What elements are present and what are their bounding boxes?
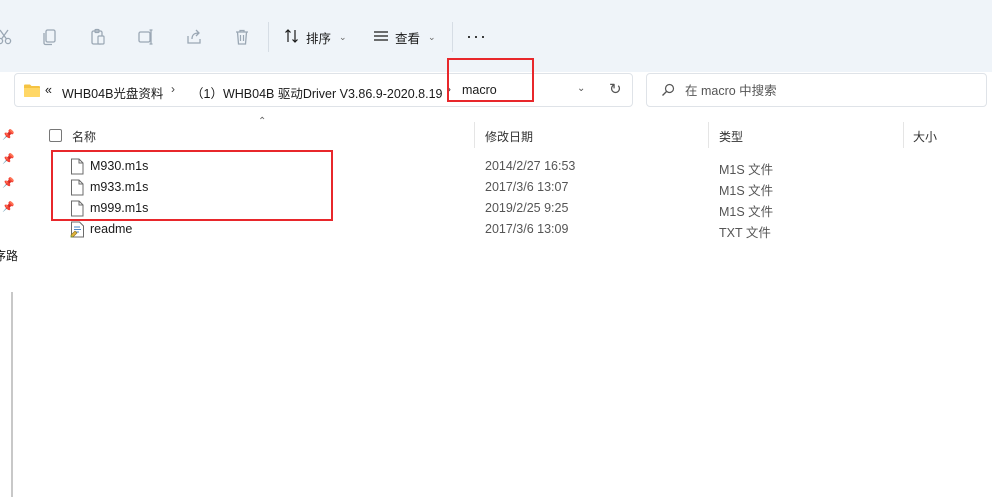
column-header: ⌃ 名称 修改日期 类型 大小: [32, 116, 992, 148]
highlight-box-macro: [447, 58, 534, 102]
view-button[interactable]: 查看 ⌄: [373, 26, 436, 48]
pin-icon[interactable]: 📌: [2, 178, 14, 189]
sort-button[interactable]: 排序 ⌄: [284, 26, 347, 48]
file-row[interactable]: readme 2017/3/6 13:09 TXT 文件: [32, 219, 992, 240]
share-icon[interactable]: [184, 27, 204, 47]
breadcrumb-overflow[interactable]: «: [45, 83, 52, 97]
delete-icon[interactable]: [232, 27, 252, 47]
more-options-button[interactable]: ···: [466, 26, 487, 46]
breadcrumb-segment[interactable]: （1）WHB04B 驱动Driver V3.86.9-2020.8.19: [191, 83, 443, 102]
column-divider[interactable]: [708, 122, 709, 148]
select-all-checkbox[interactable]: [49, 129, 62, 142]
chevron-down-icon: ⌄: [339, 31, 347, 42]
column-size[interactable]: 大小: [913, 128, 937, 145]
sort-ascending-icon: ⌃: [258, 116, 267, 127]
toolbar-divider: [268, 22, 269, 52]
file-type: M1S 文件: [719, 205, 774, 219]
rename-icon[interactable]: [136, 27, 156, 47]
column-type[interactable]: 类型: [719, 128, 743, 145]
file-name[interactable]: readme: [90, 222, 132, 236]
text-file-icon: [70, 221, 85, 241]
folder-icon: [23, 83, 41, 101]
chevron-down-icon: ⌄: [428, 31, 436, 42]
file-date: 2014/2/27 16:53: [485, 159, 576, 173]
file-type: M1S 文件: [719, 163, 774, 177]
toolbar-divider: [452, 22, 453, 52]
paste-icon[interactable]: [88, 27, 108, 47]
pin-icon[interactable]: 📌: [2, 130, 14, 141]
column-divider[interactable]: [474, 122, 475, 148]
breadcrumb-separator[interactable]: ›: [171, 82, 175, 96]
column-date[interactable]: 修改日期: [485, 128, 533, 145]
highlight-box-files: [51, 150, 333, 221]
pin-icon[interactable]: 📌: [2, 202, 14, 213]
cut-icon[interactable]: [0, 27, 14, 47]
search-input[interactable]: [683, 81, 977, 101]
refresh-icon[interactable]: ↻: [609, 80, 622, 98]
search-box[interactable]: [646, 73, 987, 107]
address-bar[interactable]: « WHB04B光盘资料 › （1）WHB04B 驱动Driver V3.86.…: [14, 73, 633, 107]
file-type: M1S 文件: [719, 184, 774, 198]
sort-icon: [284, 28, 300, 47]
copy-icon[interactable]: [40, 27, 60, 47]
column-divider[interactable]: [903, 122, 904, 148]
view-icon: [373, 28, 389, 47]
file-type: TXT 文件: [719, 226, 771, 240]
nav-scrollbar[interactable]: [11, 292, 13, 497]
breadcrumb-segment[interactable]: WHB04B光盘资料: [62, 83, 163, 102]
navigation-pane: 📌 📌 📌 📌 序路: [0, 122, 18, 497]
column-name[interactable]: 名称: [72, 128, 96, 145]
nav-item-label[interactable]: 序路: [0, 247, 18, 264]
search-icon: [661, 83, 675, 100]
chevron-down-icon[interactable]: ⌄: [577, 83, 585, 94]
file-date: 2017/3/6 13:09: [485, 222, 569, 236]
pin-icon[interactable]: 📌: [2, 154, 14, 165]
file-date: 2019/2/25 9:25: [485, 201, 569, 215]
view-label: 查看: [395, 31, 421, 46]
sort-label: 排序: [306, 31, 332, 46]
file-date: 2017/3/6 13:07: [485, 180, 569, 194]
